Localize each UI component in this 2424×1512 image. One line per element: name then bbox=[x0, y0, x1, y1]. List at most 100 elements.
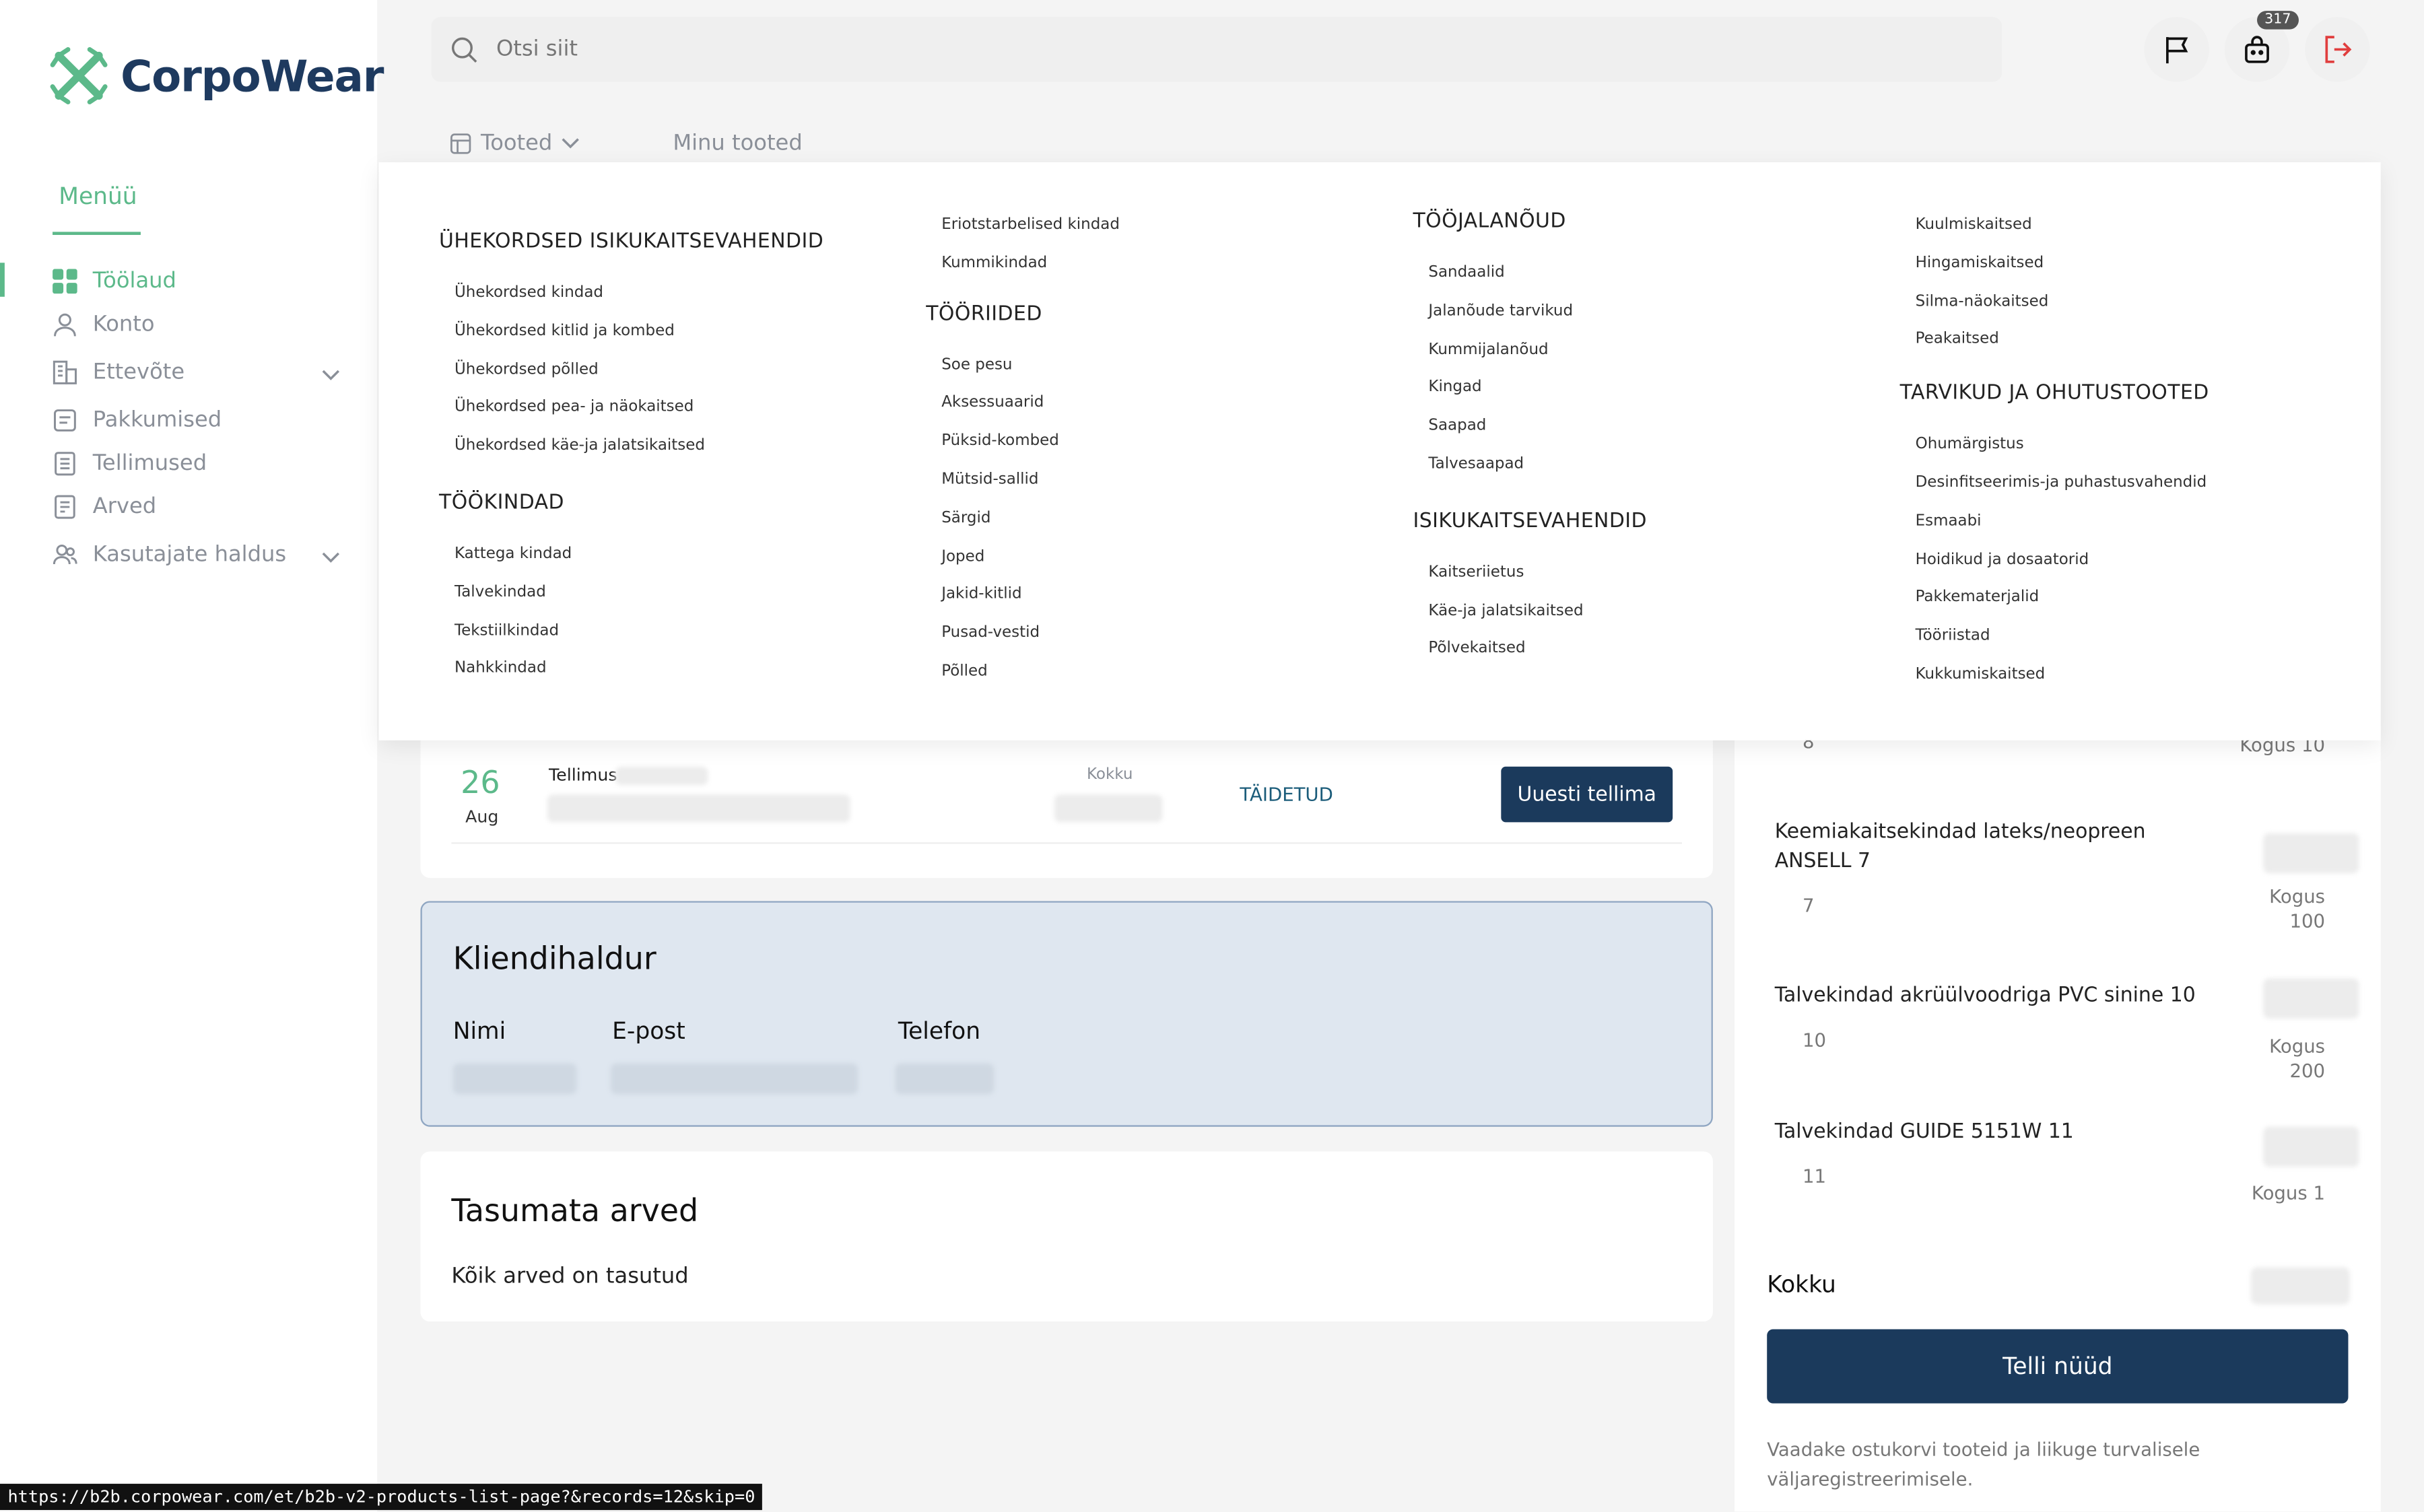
cart-count-badge: 317 bbox=[2256, 11, 2299, 30]
subcategory-link[interactable]: Aksessuaarid bbox=[926, 386, 1120, 424]
category-heading[interactable]: TARVIKUD JA OHUTUSTOOTED bbox=[1900, 382, 2209, 405]
logo[interactable]: CorpoWear bbox=[46, 43, 384, 108]
subcategory-link[interactable]: Eriotstarbelised kindad bbox=[926, 207, 1120, 246]
subcategory-link[interactable]: Joped bbox=[926, 539, 1120, 577]
subcategory-link[interactable]: Tööriistad bbox=[1900, 619, 2209, 657]
reorder-button[interactable]: Uuesti tellima bbox=[1501, 766, 1673, 823]
mega-menu-column: Kuulmiskaitsed Hingamiskaitsed Silma-näo… bbox=[1900, 207, 2209, 695]
sidebar-item-label: Töölaud bbox=[92, 269, 176, 294]
sidebar-item-label: Ettevõte bbox=[92, 359, 185, 385]
logout-button[interactable] bbox=[2305, 17, 2370, 82]
sidebar-item-user-management[interactable]: Kasutajate haldus bbox=[0, 533, 377, 576]
logo-icon bbox=[50, 47, 108, 104]
list-icon bbox=[53, 451, 77, 476]
category-heading[interactable]: TÖÖKINDAD bbox=[439, 491, 823, 514]
subcategory-link[interactable]: Ühekordsed käe-ja jalatsikaitsed bbox=[439, 428, 823, 467]
chevron-down-icon[interactable] bbox=[322, 364, 341, 388]
cart-item-size: 7 bbox=[1803, 895, 1815, 917]
subcategory-link[interactable]: Ühekordsed pea- ja näokaitsed bbox=[439, 390, 823, 428]
category-heading[interactable]: ISIKUKAITSEVAHENDID bbox=[1413, 510, 1647, 532]
subcategory-link[interactable]: Hoidikud ja dosaatorid bbox=[1900, 542, 2209, 580]
cart-note: Vaadake ostukorvi tooteid ja liikuge tur… bbox=[1767, 1439, 2200, 1490]
subcategory-link[interactable]: Kaitseriietus bbox=[1413, 555, 1647, 593]
tab-my-products[interactable]: Minu tooted bbox=[673, 131, 802, 156]
sidebar-item-offers[interactable]: Pakkumised bbox=[0, 399, 377, 442]
subcategory-link[interactable]: Talvekindad bbox=[439, 575, 823, 613]
sidebar-item-account[interactable]: Konto bbox=[0, 303, 377, 346]
subcategory-link[interactable]: Silma-näokaitsed bbox=[1900, 284, 2209, 322]
subcategory-link[interactable]: Käe-ja jalatsikaitsed bbox=[1413, 593, 1647, 631]
unpaid-invoices-title: Tasumata arved bbox=[451, 1192, 699, 1229]
sidebar: CorpoWear Menüü Töölaud Konto Ettevõte P… bbox=[0, 0, 384, 1512]
category-heading[interactable]: TÖÖJALANÕUD bbox=[1413, 210, 1647, 233]
subcategory-link[interactable]: Põlvekaitsed bbox=[1413, 631, 1647, 670]
sidebar-item-label: Arved bbox=[92, 494, 157, 520]
subcategory-link[interactable]: Ohumärgistus bbox=[1900, 427, 2209, 465]
subcategory-link[interactable]: Peakaitsed bbox=[1900, 322, 2209, 360]
flag-button[interactable] bbox=[2144, 17, 2209, 82]
subcategory-link[interactable]: Ühekordsed põlled bbox=[439, 352, 823, 390]
subcategory-link[interactable]: Soe pesu bbox=[926, 347, 1120, 386]
mega-menu-column: Eriotstarbelised kindad Kummikindad TÖÖR… bbox=[926, 207, 1120, 692]
subcategory-link[interactable]: Põlled bbox=[926, 654, 1120, 692]
subcategory-link[interactable]: Sandaalid bbox=[1413, 255, 1647, 294]
client-manager-title: Kliendihaldur bbox=[452, 939, 656, 977]
cart-button[interactable]: 317 bbox=[2224, 11, 2299, 82]
sidebar-item-label: Tellimused bbox=[92, 451, 207, 477]
search-bar[interactable] bbox=[431, 17, 2002, 82]
subcategory-link[interactable]: Talvesaapad bbox=[1413, 446, 1647, 485]
subcategory-link[interactable]: Pakkematerjalid bbox=[1900, 580, 2209, 619]
subcategory-link[interactable]: Kuulmiskaitsed bbox=[1900, 207, 2209, 246]
subcategory-link[interactable]: Hingamiskaitsed bbox=[1900, 246, 2209, 284]
manager-name-label: Nimi bbox=[452, 1017, 506, 1045]
subcategory-link[interactable]: Kummijalanõud bbox=[1413, 332, 1647, 370]
divider bbox=[451, 842, 1682, 844]
subcategory-link[interactable]: Kummikindad bbox=[926, 246, 1120, 284]
store-icon bbox=[450, 133, 471, 154]
subcategory-link[interactable]: Jakid-kitlid bbox=[926, 577, 1120, 615]
unpaid-invoices-message: Kõik arved on tasutud bbox=[451, 1264, 689, 1289]
subcategory-link[interactable]: Ühekordsed kindad bbox=[439, 275, 823, 314]
cart-item-size: 10 bbox=[1803, 1029, 1827, 1052]
subcategory-link[interactable]: Särgid bbox=[926, 500, 1120, 539]
cart-item-size: 11 bbox=[1803, 1165, 1827, 1188]
subcategory-link[interactable]: Pusad-vestid bbox=[926, 615, 1120, 654]
search-input[interactable] bbox=[496, 37, 1888, 62]
category-heading[interactable]: TÖÖRIIDED bbox=[926, 302, 1120, 325]
search-icon bbox=[451, 37, 477, 63]
sidebar-item-company[interactable]: Ettevõte bbox=[0, 351, 377, 394]
subcategory-link[interactable]: Desinfitseerimis-ja puhastusvahendid bbox=[1900, 465, 2209, 504]
menu-title: Menüü bbox=[59, 182, 137, 211]
chevron-down-icon[interactable] bbox=[322, 545, 341, 570]
order-now-button[interactable]: Telli nüüd bbox=[1767, 1329, 2349, 1404]
sidebar-item-orders[interactable]: Tellimused bbox=[0, 442, 377, 485]
category-heading[interactable]: ÜHEKORDSED ISIKUKAITSEVAHENDID bbox=[439, 230, 823, 253]
subcategory-link[interactable]: Mütsid-sallid bbox=[926, 462, 1120, 500]
sidebar-nav: Töölaud Konto Ettevõte Pakkumised Tellim… bbox=[0, 260, 377, 577]
order-month: Aug bbox=[465, 806, 499, 827]
subcategory-link[interactable]: Kingad bbox=[1413, 370, 1647, 409]
subcategory-link[interactable]: Kattega kindad bbox=[439, 537, 823, 575]
subcategory-link[interactable]: Esmaabi bbox=[1900, 504, 2209, 542]
order-number-blurred bbox=[615, 766, 708, 786]
cart-item-price-blurred bbox=[2263, 1126, 2359, 1167]
order-details-blurred bbox=[547, 794, 850, 823]
user-icon bbox=[53, 312, 77, 337]
subcategory-link[interactable]: Püksid-kombed bbox=[926, 424, 1120, 462]
sidebar-item-label: Kasutajate haldus bbox=[92, 542, 287, 568]
subcategory-link[interactable]: Nahkkindad bbox=[439, 651, 823, 689]
subcategory-link[interactable]: Tekstiilkindad bbox=[439, 613, 823, 652]
subcategory-link[interactable]: Kukkumiskaitsed bbox=[1900, 657, 2209, 695]
sidebar-item-invoices[interactable]: Arved bbox=[0, 485, 377, 528]
cart-item-title: Talvekindad akrüülvoodriga PVC sinine 10 bbox=[1774, 984, 2196, 1008]
subcategory-link[interactable]: Saapad bbox=[1413, 409, 1647, 447]
subcategory-link[interactable]: Ühekordsed kitlid ja kombed bbox=[439, 314, 823, 352]
manager-phone-label: Telefon bbox=[898, 1017, 981, 1045]
status-bar-url: https://b2b.corpowear.com/et/b2b-v2-prod… bbox=[0, 1484, 763, 1511]
subcategory-link[interactable]: Jalanõude tarvikud bbox=[1413, 294, 1647, 332]
unpaid-invoices-card: Tasumata arved Kõik arved on tasutud bbox=[420, 1151, 1713, 1321]
sidebar-item-label: Konto bbox=[92, 312, 155, 337]
sidebar-item-dashboard[interactable]: Töölaud bbox=[0, 260, 377, 303]
product-tabs: Tooted Minu tooted bbox=[450, 131, 803, 156]
tab-products[interactable]: Tooted bbox=[450, 131, 580, 156]
